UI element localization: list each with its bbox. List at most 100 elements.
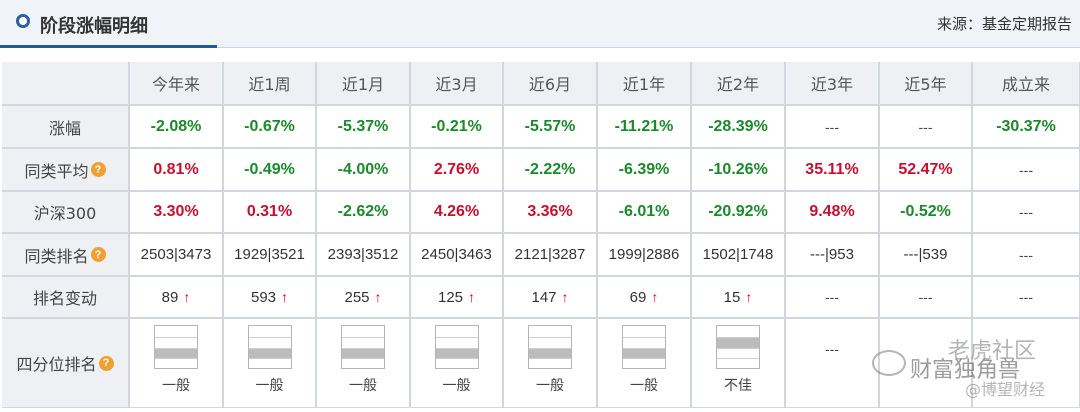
table-cell: 一般: [504, 319, 596, 407]
quartile-divider: [623, 336, 665, 338]
quartile-divider: [248, 358, 291, 360]
value-text: 3.30%: [153, 203, 199, 220]
table-cell: -11.21%: [598, 106, 690, 147]
table-cell: 2450|3463: [411, 234, 502, 275]
help-question-icon[interactable]: ?: [90, 162, 106, 177]
rank-text: ---|953: [810, 246, 854, 263]
value-text: -0.21%: [431, 117, 482, 135]
table-cell: 1999|2886: [598, 234, 690, 275]
rank-text: ---: [1019, 246, 1033, 263]
help-question-icon[interactable]: ?: [98, 355, 114, 371]
quartile-divider: [529, 347, 571, 349]
table-cell: -0.49%: [224, 149, 315, 190]
quartile-fill: [248, 347, 291, 359]
column-header-label: 今年来: [151, 75, 200, 94]
quartile-divider: [342, 347, 384, 349]
value-text: 2.76%: [433, 160, 480, 178]
arrow-up-icon: ↑: [745, 289, 753, 305]
table-cell: -5.57%: [504, 106, 596, 147]
quartile-segment: [529, 358, 571, 369]
row-label-text: 涨幅: [48, 118, 81, 138]
table-cell: ---: [786, 106, 878, 147]
rank-text: 1502|1748: [702, 246, 774, 263]
quartile-label: 一般: [255, 378, 284, 394]
quartile-label: 一般: [442, 378, 471, 394]
quartile-bar: [434, 325, 479, 369]
row-label-text: 同类平均: [24, 161, 89, 181]
quartile-bar: [341, 325, 385, 369]
table-cell: -28.39%: [692, 106, 784, 147]
table-cell: 一般: [224, 319, 315, 407]
quartile-segment: [155, 326, 197, 337]
quartile-divider: [435, 358, 478, 360]
column-header: 近3月: [411, 62, 502, 104]
value-text: 35.11%: [805, 160, 859, 178]
quartile-fill: [529, 347, 571, 359]
value-text: 0.31%: [246, 203, 293, 220]
value-text: ---: [825, 118, 839, 135]
quartile-label: 不佳: [724, 378, 752, 394]
value-text: -0.49%: [244, 160, 295, 178]
rank-change-text: ---: [825, 289, 839, 305]
quartile-segment: [342, 326, 384, 337]
quartile-segment: [436, 358, 478, 369]
value-text: -6.39%: [618, 160, 670, 178]
column-header: 近1月: [317, 62, 409, 104]
quartile-segment: [155, 358, 197, 369]
quartile-segment: [623, 358, 665, 369]
column-header-label: 近2年: [716, 75, 760, 94]
column-header-label: 近1月: [341, 75, 385, 94]
table-cell: 125 ↑: [411, 277, 502, 317]
column-header: 近6月: [504, 62, 596, 104]
quartile-segment: [249, 358, 291, 369]
table-cell: 69 ↑: [598, 277, 690, 317]
rank-text: 1929|3521: [234, 246, 305, 263]
table-cell: 0.81%: [130, 149, 222, 190]
rank-change-text: ---: [1019, 289, 1033, 305]
table-cell: -6.01%: [598, 192, 690, 232]
row-label-text: 四分位排名: [16, 355, 97, 374]
row-label-quartile: 四分位排名?: [2, 319, 128, 407]
table-cell: 0.31%: [224, 192, 315, 232]
circle-bullet-icon: [16, 14, 30, 28]
table-cell: 2121|3287: [504, 234, 596, 275]
value-text: 4.26%: [433, 203, 480, 220]
quartile-segment: [155, 337, 197, 348]
rank-text: 2503|3473: [140, 246, 212, 263]
watermark-line-3: @博望财经: [965, 380, 1046, 399]
table-cell: 9.48%: [786, 192, 878, 232]
value-text: -10.26%: [708, 160, 768, 178]
table-cell: ---: [880, 277, 971, 317]
value-text: -2.08%: [150, 117, 202, 135]
header-bar: 阶段涨幅明细 来源：基金定期报告: [0, 0, 1080, 48]
table-cell: -4.00%: [317, 149, 409, 190]
value-text: ---: [1019, 161, 1033, 178]
table-cell: 一般: [411, 319, 502, 407]
quartile-segment: [436, 326, 478, 337]
quartile-fill: [717, 336, 759, 348]
value-text: ---: [918, 118, 933, 135]
arrow-up-icon: ↑: [561, 289, 569, 305]
quartile-empty: ---: [825, 341, 839, 357]
title-underline: [0, 45, 217, 48]
table-cell: ---: [973, 277, 1079, 317]
column-header-label: 近5年: [904, 75, 947, 94]
rank-change-text: 593: [250, 288, 277, 306]
quartile-fill: [342, 347, 384, 359]
quartile-divider: [342, 358, 384, 360]
row-label-peer-avg: 同类平均?: [2, 149, 128, 190]
value-text: -5.57%: [524, 117, 576, 135]
help-question-icon[interactable]: ?: [90, 247, 106, 262]
quartile-fill: [435, 347, 478, 359]
table-corner: [2, 62, 128, 104]
value-text: -11.21%: [614, 117, 674, 135]
value-text: -2.22%: [524, 160, 576, 178]
arrow-up-icon: ↑: [281, 289, 289, 305]
table-cell: -0.67%: [224, 106, 315, 147]
column-header: 近3年: [786, 62, 878, 104]
quartile-bar: [154, 325, 198, 369]
quartile-fill: [623, 347, 665, 359]
quartile-segment: [249, 326, 291, 337]
table-cell: ---|953: [786, 234, 878, 275]
quartile-divider: [248, 336, 291, 338]
